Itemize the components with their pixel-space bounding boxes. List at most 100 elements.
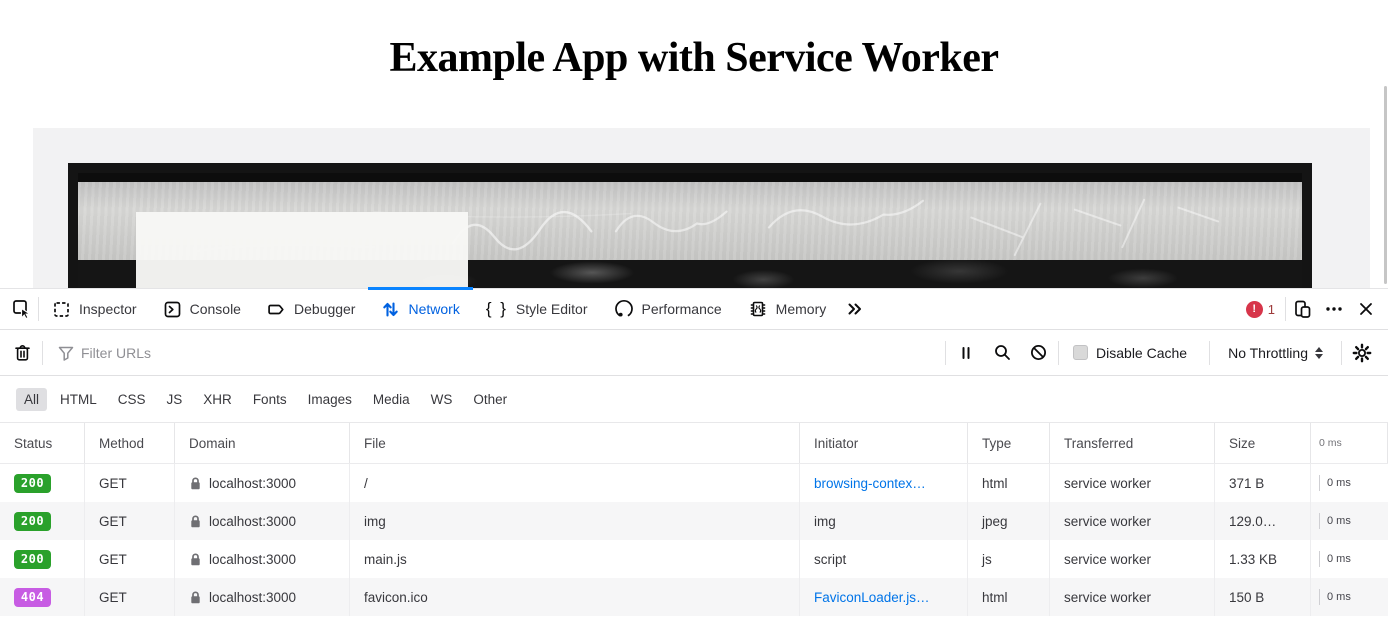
column-header-waterfall[interactable]: 0 ms [1311,423,1388,463]
block-requests-button[interactable] [1022,337,1054,369]
status-cell: 200 [0,502,85,540]
filter-pill-css[interactable]: CSS [110,388,154,411]
filter-pill-html[interactable]: HTML [52,388,105,411]
waterfall-bar [1319,589,1320,605]
initiator-link[interactable]: FaviconLoader.js… [814,590,930,605]
filter-pill-media[interactable]: Media [365,388,418,411]
request-row[interactable]: 200GETlocalhost:3000imgimgjpegservice wo… [0,502,1388,540]
pause-recording-button[interactable] [950,337,982,369]
size-cell: 129.0… [1215,502,1311,540]
waterfall-cell: 0 ms [1311,502,1388,540]
style-editor-icon: { } [486,299,508,319]
tab-memory[interactable]: Memory [735,288,840,330]
divider [945,341,946,365]
pause-icon [958,344,974,362]
tab-debugger[interactable]: Debugger [254,288,369,330]
initiator-cell: FaviconLoader.js… [800,578,968,616]
debugger-icon [267,300,286,319]
lock-icon [189,514,202,529]
initiator-link[interactable]: browsing-contex… [814,476,926,491]
gear-icon [1352,343,1372,363]
inspector-icon [52,300,71,319]
throttling-select[interactable]: No Throttling [1214,345,1337,361]
page-scrollbar[interactable] [1384,86,1387,284]
column-header-transferred[interactable]: Transferred [1050,423,1215,463]
initiator-cell: browsing-contex… [800,464,968,502]
network-settings-button[interactable] [1346,337,1378,369]
size-cell: 371 B [1215,464,1311,502]
status-cell: 404 [0,578,85,616]
domain-cell: localhost:3000 [175,502,350,540]
disable-cache-control: Disable Cache [1063,345,1205,361]
type-cell: html [968,464,1050,502]
memory-icon [748,299,768,319]
tab-label: Performance [642,301,722,317]
devtools-menu-button[interactable] [1318,293,1350,325]
column-header-domain[interactable]: Domain [175,423,350,463]
page-title: Example App with Service Worker [0,34,1388,82]
error-count: 1 [1268,302,1275,317]
waterfall-cell: 0 ms [1311,540,1388,578]
domain-text: localhost:3000 [209,590,296,605]
file-cell: img [350,502,800,540]
url-filter [47,344,941,362]
file-cell: favicon.ico [350,578,800,616]
filter-pill-xhr[interactable]: XHR [195,388,240,411]
page: Example App with Service Worker [0,0,1388,622]
domain-text: localhost:3000 [209,514,296,529]
transferred-cell: service worker [1050,464,1215,502]
tab-performance[interactable]: Performance [601,288,735,330]
disable-cache-label: Disable Cache [1096,345,1187,361]
chevron-double-right-icon [846,300,864,318]
tab-inspector[interactable]: Inspector [39,288,150,330]
clear-requests-button[interactable] [6,337,38,369]
devtools-tabbar: Inspector ConsoleDebuggerNetwork { } Style … [0,288,1388,330]
disable-cache-checkbox[interactable] [1073,345,1088,360]
filter-pill-all[interactable]: All [16,388,47,411]
close-devtools-button[interactable] [1350,293,1382,325]
domain-cell: localhost:3000 [175,540,350,578]
tab-style-editor[interactable]: { } Style Editor [473,288,601,330]
request-row[interactable]: 200GETlocalhost:3000/browsing-contex…htm… [0,464,1388,502]
photo-backdrop [33,128,1370,288]
column-header-file[interactable]: File [350,423,800,463]
domain-text: localhost:3000 [209,552,296,567]
tab-console[interactable]: Console [150,288,254,330]
status-badge: 200 [14,474,51,493]
search-button[interactable] [986,337,1018,369]
overflow-tabs-button[interactable] [839,293,871,325]
column-header-initiator[interactable]: Initiator [800,423,968,463]
file-cell: / [350,464,800,502]
filter-pill-other[interactable]: Other [465,388,515,411]
domain-text: localhost:3000 [209,476,296,491]
error-count-badge[interactable]: ! 1 [1246,301,1275,318]
devtools-panel: Inspector ConsoleDebuggerNetwork { } Style … [0,288,1388,622]
column-header-type[interactable]: Type [968,423,1050,463]
waterfall-bar [1319,551,1320,567]
column-header-method[interactable]: Method [85,423,175,463]
filter-pill-ws[interactable]: WS [423,388,461,411]
request-row[interactable]: 200GETlocalhost:3000main.jsscriptjsservi… [0,540,1388,578]
column-header-size[interactable]: Size [1215,423,1311,463]
pick-element-button[interactable] [6,293,38,325]
size-cell: 1.33 KB [1215,540,1311,578]
tab-label: Style Editor [516,301,588,317]
status-cell: 200 [0,464,85,502]
time-text: 0 ms [1327,477,1351,489]
filter-urls-input[interactable] [81,345,941,361]
status-badge: 404 [14,588,51,607]
divider [1341,341,1342,365]
transferred-cell: service worker [1050,578,1215,616]
responsive-design-mode-button[interactable] [1286,293,1318,325]
tab-label: Inspector [79,301,137,317]
request-type-filters: AllHTMLCSSJSXHRFontsImagesMediaWSOther [0,376,1388,423]
request-row[interactable]: 404 GET localhost:3000 favicon.ico FaviconLo… [0,578,1388,616]
method-cell: GET [85,502,175,540]
filter-pill-js[interactable]: JS [159,388,191,411]
requests-table-body: 200GETlocalhost:3000/browsing-contex…htm… [0,464,1388,616]
method-cell: GET [85,578,175,616]
column-header-status[interactable]: Status [0,423,85,463]
filter-pill-fonts[interactable]: Fonts [245,388,295,411]
tab-network[interactable]: Network [368,288,472,330]
filter-pill-images[interactable]: Images [300,388,360,411]
